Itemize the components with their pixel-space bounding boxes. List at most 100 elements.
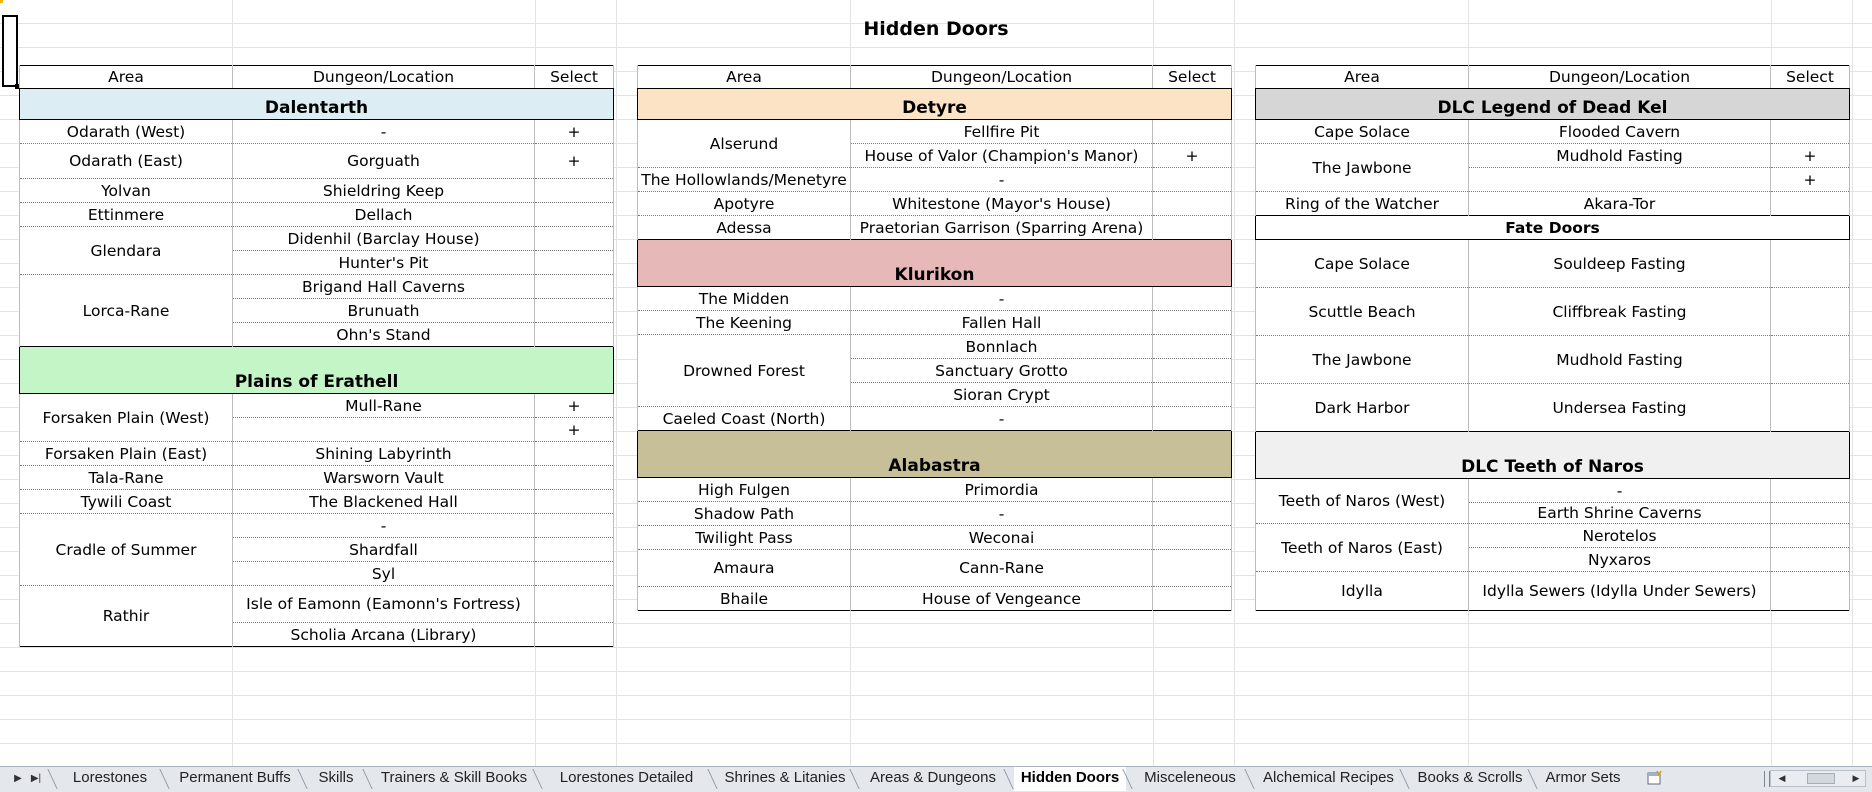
area-cell[interactable]: Alserund — [637, 119, 851, 168]
region-section-header[interactable]: Detyre — [637, 88, 1232, 120]
location-cell[interactable]: Scholia Arcana (Library) — [232, 622, 535, 647]
column-header-select[interactable]: Select — [534, 65, 614, 89]
select-cell[interactable]: + — [1770, 143, 1850, 168]
sheet-tab-shrines-litanies[interactable]: Shrines & Litanies — [718, 767, 852, 789]
select-cell[interactable] — [1770, 523, 1850, 548]
location-cell[interactable]: Warsworn Vault — [232, 465, 535, 490]
scroll-thumb[interactable] — [1807, 773, 1835, 784]
location-cell[interactable]: Brigand Hall Caverns — [232, 274, 535, 299]
select-cell[interactable] — [1152, 382, 1232, 407]
area-cell[interactable]: Ettinmere — [19, 202, 233, 227]
select-cell[interactable] — [534, 561, 614, 586]
region-section-header[interactable]: Klurikon — [637, 239, 1232, 287]
select-cell[interactable] — [534, 489, 614, 514]
select-cell[interactable]: + — [534, 119, 614, 144]
location-cell[interactable]: Sanctuary Grotto — [850, 358, 1153, 383]
location-cell[interactable]: - — [850, 501, 1153, 526]
select-cell[interactable] — [1770, 383, 1850, 432]
select-cell[interactable] — [534, 465, 614, 490]
location-cell[interactable]: Mull-Rane — [232, 393, 535, 418]
location-cell[interactable]: Gorguath — [232, 143, 535, 179]
location-cell[interactable]: Dellach — [232, 202, 535, 227]
region-section-header[interactable]: DLC Teeth of Naros — [1255, 431, 1850, 479]
column-header-location[interactable]: Dungeon/Location — [1468, 65, 1771, 89]
select-cell[interactable] — [1152, 191, 1232, 216]
select-cell[interactable] — [1152, 501, 1232, 526]
select-cell[interactable] — [1152, 310, 1232, 335]
location-cell[interactable]: Hunter's Pit — [232, 250, 535, 275]
area-cell[interactable]: Rathir — [19, 585, 233, 647]
location-cell[interactable]: - — [850, 286, 1153, 311]
location-cell[interactable]: Souldeep Fasting — [1468, 239, 1771, 288]
select-cell[interactable] — [534, 178, 614, 203]
column-header-select[interactable]: Select — [1770, 65, 1850, 89]
area-cell[interactable]: Idylla — [1255, 571, 1469, 611]
location-cell[interactable]: Shieldring Keep — [232, 178, 535, 203]
select-cell[interactable] — [1152, 549, 1232, 587]
location-cell[interactable]: Cann-Rane — [850, 549, 1153, 587]
select-cell[interactable] — [534, 537, 614, 562]
insert-worksheet-icon[interactable] — [1646, 770, 1664, 786]
select-cell[interactable] — [534, 202, 614, 227]
area-cell[interactable]: Forsaken Plain (East) — [19, 441, 233, 466]
location-cell[interactable]: Flooded Cavern — [1468, 119, 1771, 144]
area-cell[interactable]: Apotyre — [637, 191, 851, 216]
select-cell[interactable] — [1152, 286, 1232, 311]
region-section-header[interactable]: Dalentarth — [19, 88, 614, 120]
area-cell[interactable]: Lorca-Rane — [19, 274, 233, 347]
select-cell[interactable] — [1770, 239, 1850, 288]
sheet-tab-hidden-doors[interactable]: Hidden Doors — [1014, 767, 1126, 791]
select-cell[interactable]: + — [1152, 143, 1232, 168]
location-cell[interactable] — [232, 417, 535, 442]
area-cell[interactable]: Odarath (East) — [19, 143, 233, 179]
area-cell[interactable]: Caeled Coast (North) — [637, 406, 851, 431]
sheet-tab-books-scrolls[interactable]: Books & Scrolls — [1410, 767, 1530, 789]
location-cell[interactable]: Ohn's Stand — [232, 322, 535, 347]
area-cell[interactable]: Bhaile — [637, 586, 851, 611]
location-cell[interactable]: Akara-Tor — [1468, 191, 1771, 216]
select-cell[interactable] — [1770, 571, 1850, 611]
area-cell[interactable]: Cradle of Summer — [19, 513, 233, 586]
select-cell[interactable]: + — [534, 143, 614, 179]
select-cell[interactable] — [1152, 586, 1232, 611]
location-cell[interactable] — [1468, 167, 1771, 192]
area-cell[interactable]: Odarath (West) — [19, 119, 233, 144]
select-cell[interactable] — [534, 322, 614, 347]
sheet-tab-armor-sets[interactable]: Armor Sets — [1538, 767, 1628, 789]
column-header-location[interactable]: Dungeon/Location — [232, 65, 535, 89]
last-sheet-icon[interactable]: ▶| — [30, 772, 42, 786]
sheet-tab-permanent-buffs[interactable]: Permanent Buffs — [170, 767, 300, 789]
location-cell[interactable]: Nerotelos — [1468, 523, 1771, 548]
location-cell[interactable]: Whitestone (Mayor's House) — [850, 191, 1153, 216]
area-cell[interactable]: Tala-Rane — [19, 465, 233, 490]
region-section-header[interactable]: Plains of Erathell — [19, 346, 614, 394]
area-cell[interactable]: Shadow Path — [637, 501, 851, 526]
location-cell[interactable]: Earth Shrine Caverns — [1468, 502, 1771, 524]
select-cell[interactable] — [1770, 191, 1850, 216]
area-cell[interactable]: The Jawbone — [1255, 143, 1469, 192]
area-cell[interactable]: Dark Harbor — [1255, 383, 1469, 432]
column-header-area[interactable]: Area — [19, 65, 233, 89]
sheet-tab-skills[interactable]: Skills — [308, 767, 364, 789]
sheet-tab-alchemical-recipes[interactable]: Alchemical Recipes — [1255, 767, 1402, 789]
area-cell[interactable]: Ring of the Watcher — [1255, 191, 1469, 216]
area-cell[interactable]: Drowned Forest — [637, 334, 851, 407]
area-cell[interactable]: Forsaken Plain (West) — [19, 393, 233, 442]
select-cell[interactable] — [1770, 287, 1850, 336]
location-cell[interactable]: The Blackened Hall — [232, 489, 535, 514]
select-cell[interactable] — [1770, 547, 1850, 572]
column-header-select[interactable]: Select — [1152, 65, 1232, 89]
location-cell[interactable]: Sioran Crypt — [850, 382, 1153, 407]
first-sheet-icon[interactable]: ▶ — [12, 772, 24, 786]
sheet-tab-lorestones-detailed[interactable]: Lorestones Detailed — [543, 767, 710, 789]
area-cell[interactable]: Yolvan — [19, 178, 233, 203]
location-cell[interactable]: Weconai — [850, 525, 1153, 550]
location-cell[interactable]: House of Valor (Champion's Manor) — [850, 143, 1153, 168]
area-cell[interactable]: Cape Solace — [1255, 239, 1469, 288]
location-cell[interactable]: Isle of Eamonn (Eamonn's Fortress) — [232, 585, 535, 623]
location-cell[interactable]: Cliffbreak Fasting — [1468, 287, 1771, 336]
area-cell[interactable]: High Fulgen — [637, 477, 851, 502]
location-cell[interactable]: Fallen Hall — [850, 310, 1153, 335]
location-cell[interactable]: Shining Labyrinth — [232, 441, 535, 466]
location-cell[interactable]: - — [850, 167, 1153, 192]
